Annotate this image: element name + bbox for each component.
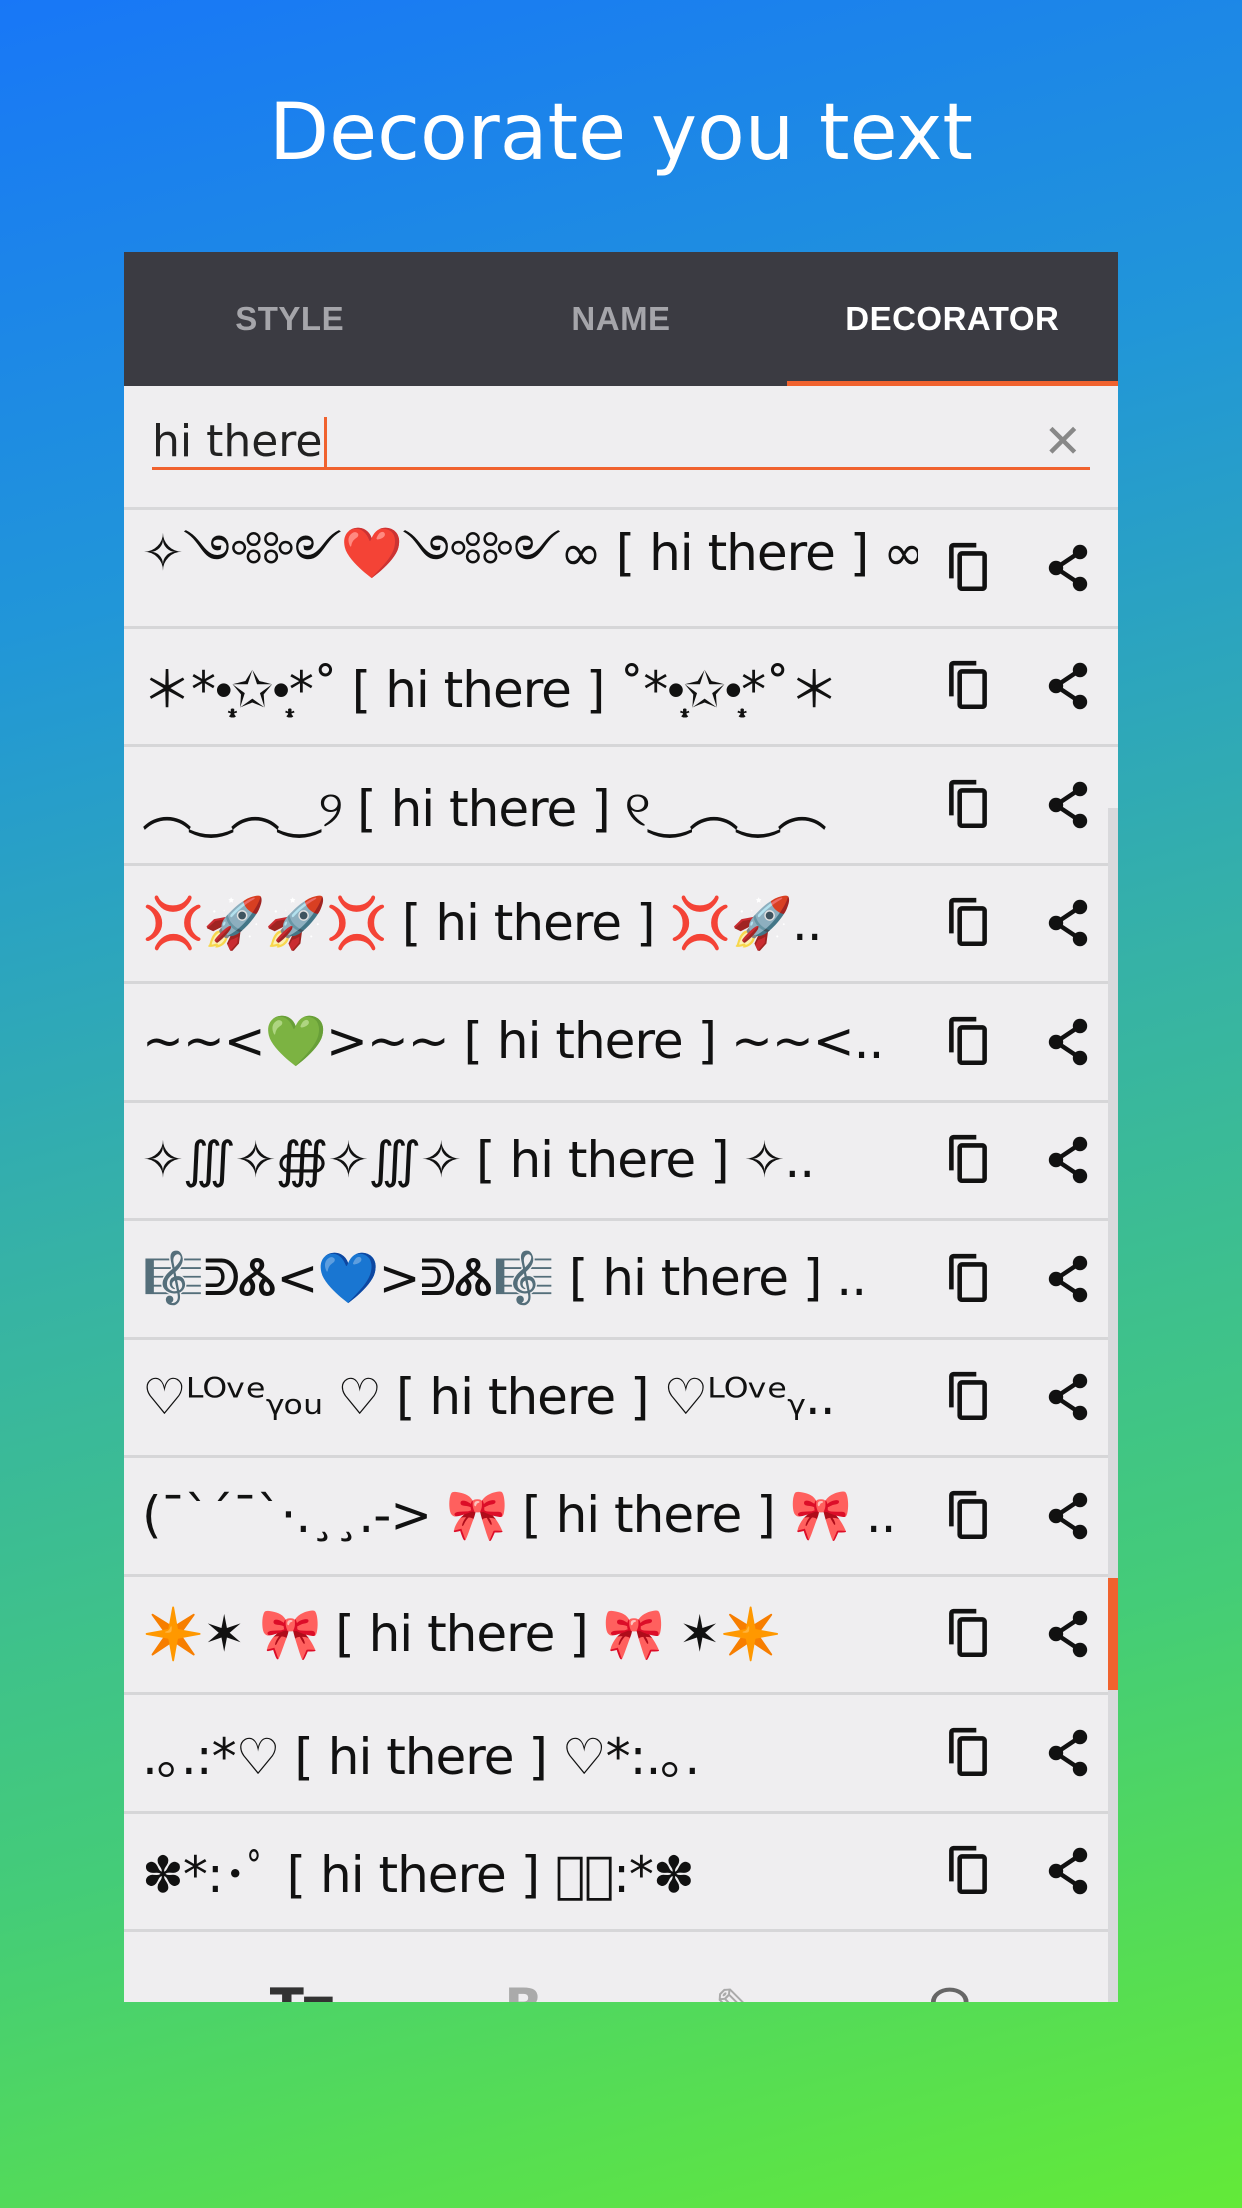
share-button[interactable] [1018, 542, 1118, 594]
share-icon [1048, 544, 1088, 591]
share-icon [1048, 781, 1088, 828]
copy-button[interactable] [918, 1133, 1018, 1187]
list-item: ＊*•̩̩͙✩•̩̩͙*˚ [ hi there ] ˚*•̩̩͙✩•̩̩͙*˚… [124, 629, 1118, 747]
copy-icon [949, 661, 987, 710]
decorated-text: ✽*:･ﾟ [ hi there ] ﾟ･:*✽ [142, 1846, 695, 1905]
share-icon [1048, 1611, 1088, 1658]
share-button[interactable] [1018, 779, 1118, 831]
nav-tools-icon[interactable]: ☊ [928, 1978, 972, 2002]
list-item: ︵‿︵‿୨ [ hi there ] ୧‿︵‿︵ [124, 747, 1118, 866]
decorated-text: ~~<💚>~~ [ hi there ] ~~<.. [142, 1012, 884, 1071]
clear-icon[interactable]: ✕ [1043, 414, 1082, 468]
copy-button[interactable] [918, 1489, 1018, 1543]
copy-button[interactable] [918, 541, 1018, 595]
decorated-text: ✧∭✧∰✧∭✧ [ hi there ] ✧.. [142, 1131, 815, 1190]
copy-button[interactable] [918, 896, 1018, 950]
copy-icon [949, 898, 987, 947]
text-caret [323, 416, 327, 467]
share-button[interactable] [1018, 1016, 1118, 1068]
decorated-text: .｡.:*♡ [ hi there ] ♡*:.｡. [142, 1727, 700, 1786]
list-item: 💢🚀🚀💢 [ hi there ] 💢🚀.. [124, 866, 1118, 984]
app-window: STYLE NAME DECORATOR hi there ✕ ✧༺༻❤️༺༻∞… [124, 252, 1118, 2002]
share-icon [1048, 1729, 1088, 1776]
share-button[interactable] [1018, 1253, 1118, 1305]
scrollbar-thumb[interactable] [1108, 1578, 1118, 1690]
bottom-nav: Tт B ✎ ☊ [124, 1932, 1118, 2002]
copy-button[interactable] [918, 1370, 1018, 1424]
copy-button[interactable] [918, 1726, 1018, 1780]
decorated-text: ︵‿︵‿୨ [ hi there ] ୧‿︵‿︵ [142, 779, 827, 838]
copy-icon [949, 1135, 987, 1184]
copy-icon [949, 1727, 987, 1776]
list-item: 🎼ᕲᏜ<💙>ᕲᏜ🎼 [ hi there ] .. [124, 1221, 1118, 1340]
copy-icon [949, 1253, 987, 1302]
share-icon [1048, 663, 1088, 710]
decorated-text: ♡ᴸᴼᵛᵉᵧₒᵤ ♡ [ hi there ] ♡ᴸᴼᵛᵉᵧ.. [142, 1368, 836, 1427]
share-icon [1048, 1848, 1088, 1895]
share-button[interactable] [1018, 1608, 1118, 1660]
decorated-text: 🎼ᕲᏜ<💙>ᕲᏜ🎼 [ hi there ] .. [142, 1249, 867, 1308]
share-button[interactable] [1018, 1845, 1118, 1897]
list-item: ✧༺༻❤️༺༻∞ [ hi there ] ∞༺༻.. [124, 510, 1118, 629]
share-icon [1048, 1018, 1088, 1065]
decorated-text: 💢🚀🚀💢 [ hi there ] 💢🚀.. [142, 893, 823, 952]
tab-style[interactable]: STYLE [124, 252, 455, 386]
share-icon [1048, 1137, 1088, 1184]
share-icon [1048, 1492, 1088, 1539]
share-button[interactable] [1018, 660, 1118, 712]
share-button[interactable] [1018, 1727, 1118, 1779]
share-icon [1048, 1255, 1088, 1302]
decorated-text: ＊*•̩̩͙✩•̩̩͙*˚ [ hi there ] ˚*•̩̩͙✩•̩̩͙*˚… [142, 661, 839, 720]
list-item: ✧∭✧∰✧∭✧ [ hi there ] ✧.. [124, 1103, 1118, 1221]
list-item: ✴️✶ 🎀 [ hi there ] 🎀 ✶✴️ [124, 1577, 1118, 1695]
copy-icon [949, 1846, 987, 1895]
scrollbar-track[interactable] [1108, 808, 1118, 2002]
input-value: hi there [152, 416, 323, 467]
copy-button[interactable] [918, 1844, 1018, 1898]
share-button[interactable] [1018, 1134, 1118, 1186]
copy-button[interactable] [918, 1607, 1018, 1661]
tab-name[interactable]: NAME [455, 252, 786, 386]
nav-text-size-icon[interactable]: Tт [270, 1978, 333, 2002]
input-area: hi there ✕ [124, 386, 1118, 510]
copy-icon [949, 1016, 987, 1065]
tab-decorator[interactable]: DECORATOR [786, 252, 1118, 386]
list-item: (¯`´¯`·.¸¸.-> 🎀 [ hi there ] 🎀 .. [124, 1458, 1118, 1577]
nav-bold-icon[interactable]: B [505, 1978, 543, 2002]
nav-edit-icon[interactable]: ✎ [714, 1978, 756, 2002]
list-item: ~~<💚>~~ [ hi there ] ~~<.. [124, 984, 1118, 1103]
copy-button[interactable] [918, 1015, 1018, 1069]
headline: Decorate you text [269, 88, 973, 178]
copy-button[interactable] [918, 659, 1018, 713]
decoration-list: ✧༺༻❤️༺༻∞ [ hi there ] ∞༺༻.. ＊*•̩̩͙✩•̩̩͙*… [124, 510, 1118, 1932]
copy-button[interactable] [918, 1252, 1018, 1306]
share-button[interactable] [1018, 1490, 1118, 1542]
copy-icon [949, 1609, 987, 1658]
share-button[interactable] [1018, 897, 1118, 949]
text-input[interactable]: hi there ✕ [152, 414, 1090, 470]
copy-icon [949, 1372, 987, 1421]
decorated-text: ✧༺༻❤️༺༻∞ [ hi there ] ∞༺༻.. [142, 523, 918, 582]
copy-button[interactable] [918, 778, 1018, 832]
copy-icon [949, 779, 987, 828]
decorated-text: (¯`´¯`·.¸¸.-> 🎀 [ hi there ] 🎀 .. [142, 1486, 897, 1545]
copy-icon [949, 1490, 987, 1539]
list-item: ♡ᴸᴼᵛᵉᵧₒᵤ ♡ [ hi there ] ♡ᴸᴼᵛᵉᵧ.. [124, 1340, 1118, 1458]
list-item: .｡.:*♡ [ hi there ] ♡*:.｡. [124, 1695, 1118, 1814]
tab-bar: STYLE NAME DECORATOR [124, 252, 1118, 386]
share-icon [1048, 1374, 1088, 1421]
copy-icon [949, 542, 987, 591]
decorated-text: ✴️✶ 🎀 [ hi there ] 🎀 ✶✴️ [142, 1604, 782, 1663]
share-button[interactable] [1018, 1371, 1118, 1423]
share-icon [1048, 900, 1088, 947]
list-item: ✽*:･ﾟ [ hi there ] ﾟ･:*✽ [124, 1814, 1118, 1932]
